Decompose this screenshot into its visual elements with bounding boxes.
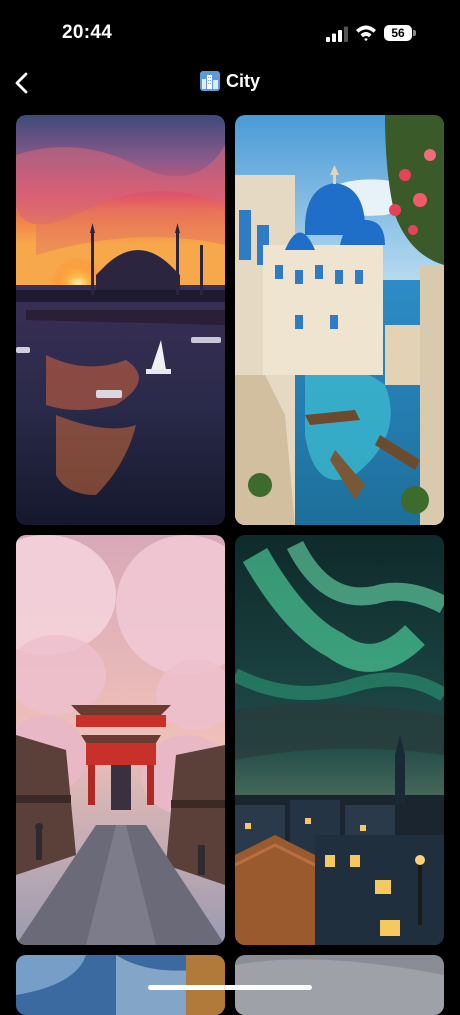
japan-cherry-blossom-street-image — [16, 535, 225, 945]
northern-lights-city-image — [235, 535, 444, 945]
battery-tip — [413, 30, 416, 36]
cityscape-icon — [199, 71, 220, 91]
cellular-signal-icon — [326, 26, 348, 42]
battery-level: 56 — [391, 26, 405, 40]
wallpaper-tile-1[interactable] — [16, 115, 225, 525]
page-title-text: City — [225, 71, 260, 91]
wallpaper-tile-2[interactable] — [235, 115, 444, 525]
santorini-harbor-image — [235, 115, 444, 525]
nav-header: City — [0, 62, 460, 102]
istanbul-sunset-mosque-image — [16, 115, 225, 525]
battery-icon: 56 — [384, 25, 412, 41]
status-time: 20:44 — [62, 22, 113, 43]
wifi-icon — [356, 25, 376, 42]
status-bar: 20:44 56 — [0, 0, 460, 60]
wallpaper-tile-4[interactable] — [235, 535, 444, 945]
wallpaper-tile-3[interactable] — [16, 535, 225, 945]
home-indicator[interactable] — [148, 985, 312, 990]
page-title: City — [0, 71, 460, 92]
